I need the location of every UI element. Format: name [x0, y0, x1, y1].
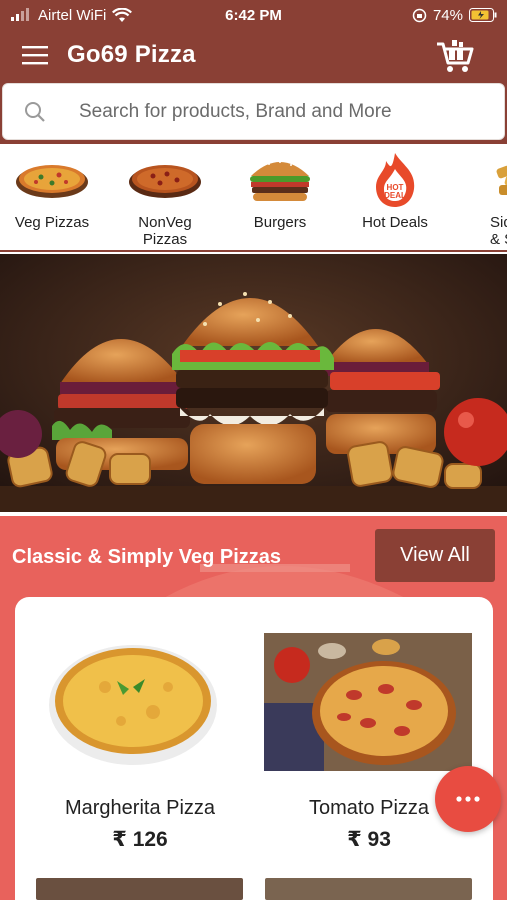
more-dots-icon	[456, 796, 480, 802]
category-label: Burgers	[253, 214, 307, 231]
status-bar: Airtel WiFi 6:42 PM 74%	[0, 0, 507, 30]
margherita-pizza-image	[49, 645, 217, 765]
section-title: Classic & Simply Veg Pizzas	[12, 546, 282, 568]
veg-pizza-image	[0, 146, 107, 214]
burger-banner-image	[0, 254, 507, 512]
app-bar: Go69 Pizza	[0, 30, 507, 80]
signal-icon	[11, 8, 29, 21]
svg-text:DEAL: DEAL	[384, 191, 406, 200]
search-bar[interactable]	[2, 83, 505, 140]
tomato-pizza-image	[264, 633, 472, 771]
burger-image	[225, 146, 335, 214]
more-options-fab[interactable]	[435, 766, 501, 832]
cart-icon	[437, 40, 474, 72]
product-thumbnail-next-right[interactable]	[265, 878, 472, 900]
hamburger-menu-icon	[22, 46, 48, 65]
category-label: Veg Pizzas	[14, 214, 90, 231]
category-label: NonVeg Pizzas	[138, 214, 192, 248]
category-hot-deals[interactable]: HOT DEAL Hot Deals	[340, 146, 450, 231]
view-all-button[interactable]: View All	[375, 529, 495, 582]
wifi-icon	[112, 7, 133, 22]
product-price: ₹ 126	[112, 828, 168, 851]
cart-button[interactable]	[435, 36, 475, 76]
veg-pizza-section: Classic & Simply Veg Pizzas View All Mar…	[0, 516, 507, 900]
sides-image	[455, 146, 507, 214]
search-input[interactable]	[79, 100, 479, 123]
category-strip[interactable]: Veg Pizzas NonVeg Pizzas Burgers HOT DEAL…	[0, 146, 507, 252]
battery-icon	[469, 8, 497, 22]
hamburger-menu-button[interactable]	[15, 35, 55, 75]
category-label: Hot Deals	[362, 214, 428, 231]
carrier-label: Airtel WiFi	[38, 6, 107, 24]
search-bar-container	[0, 80, 507, 144]
battery-label: 74%	[432, 6, 463, 24]
status-left: Airtel WiFi	[10, 7, 190, 24]
product-thumbnail-next-left[interactable]	[36, 878, 243, 900]
category-nonveg-pizzas[interactable]: NonVeg Pizzas	[110, 146, 220, 248]
product-price: ₹ 93	[347, 828, 391, 851]
search-icon	[25, 101, 45, 122]
product-grid-card: Margherita Pizza ₹ 126 Tomato Pizza ₹ 93	[15, 597, 493, 900]
category-burgers[interactable]: Burgers	[225, 146, 335, 231]
hot-deal-image: HOT DEAL	[340, 146, 450, 214]
category-sides-snacks[interactable]: Sid & Sn	[455, 146, 507, 248]
promo-banner[interactable]	[0, 254, 507, 512]
status-right: 74%	[412, 7, 497, 24]
category-veg-pizzas[interactable]: Veg Pizzas	[0, 146, 107, 231]
app-title: Go69 Pizza	[67, 41, 196, 68]
orientation-lock-icon	[412, 8, 427, 22]
product-name: Margherita Pizza	[64, 797, 216, 819]
nonveg-pizza-image	[110, 146, 220, 214]
category-label: Sid & Sn	[490, 214, 507, 248]
